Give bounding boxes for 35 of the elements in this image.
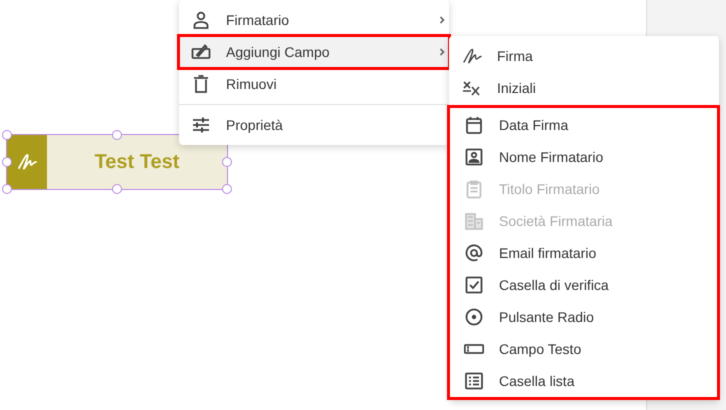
checkbox-icon [464,275,484,295]
building-icon [464,211,484,231]
resize-handle[interactable] [112,130,122,140]
menu-item[interactable]: Pulsante Radio [451,301,717,333]
person-icon [191,10,211,30]
menu-item[interactable]: Nome Firmatario [451,141,717,173]
resize-handle[interactable] [112,184,122,194]
list-icon [464,371,484,391]
menu-item[interactable]: Iniziali [449,72,719,104]
chevron-right-icon [439,16,445,24]
pen-box-icon [191,42,211,62]
signature-icon [462,46,482,66]
clipboard-icon [464,179,484,199]
trash-icon [191,74,211,94]
resize-handle[interactable] [2,157,12,167]
menu-item[interactable]: Casella lista [451,365,717,397]
id-card-icon [464,147,484,167]
menu-item[interactable]: Aggiungi Campo [179,36,449,68]
resize-handle[interactable] [222,184,232,194]
resize-handle[interactable] [2,184,12,194]
radio-button-icon [464,307,484,327]
calendar-icon [464,115,484,135]
resize-handle[interactable] [2,130,12,140]
menu-item[interactable]: Casella di verifica [451,269,717,301]
menu-item[interactable]: Data Firma [451,109,717,141]
menu-item[interactable]: Firma [449,40,719,72]
at-sign-icon [464,243,484,263]
menu-item[interactable]: Rimuovi [179,68,449,100]
chevron-right-icon [439,48,445,56]
resize-handle[interactable] [222,157,232,167]
menu-item[interactable]: Email firmatario [451,237,717,269]
signer-name: Test Test [94,150,180,174]
sliders-icon [191,115,211,135]
menu-item[interactable]: Firmatario [179,4,449,36]
menu-item[interactable]: Campo Testo [451,333,717,365]
